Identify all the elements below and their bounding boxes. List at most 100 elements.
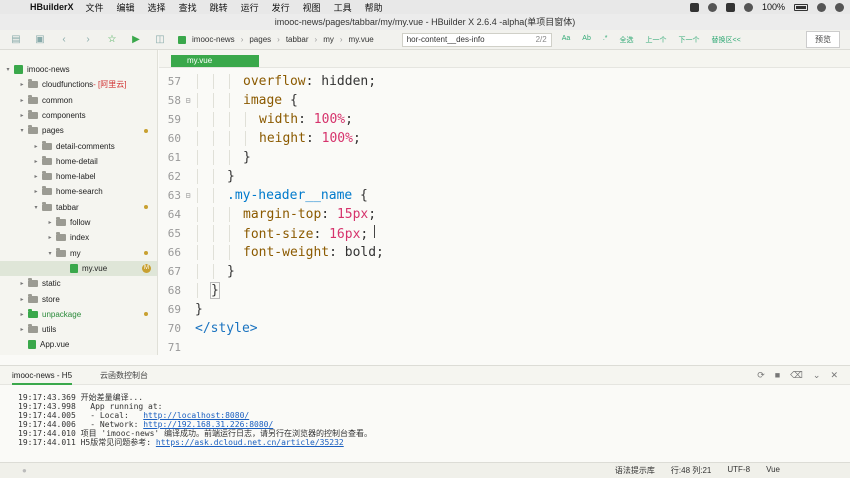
code-line[interactable]: 71 — [159, 338, 850, 356]
code-line[interactable]: 68} — [159, 281, 850, 300]
menu-item-6[interactable]: 发行 — [272, 1, 290, 14]
code-line[interactable]: 65 font-size: 16px; — [159, 224, 850, 243]
status-encoding[interactable]: UTF-8 — [727, 465, 750, 476]
chevron-right-icon[interactable]: ▸ — [46, 219, 54, 226]
back-icon[interactable]: ‹ — [56, 33, 72, 47]
menu-item-3[interactable]: 查找 — [179, 1, 197, 14]
tab-console-h5[interactable]: imooc-news - H5 — [12, 371, 73, 385]
chevron-right-icon[interactable]: ▸ — [18, 112, 26, 119]
chevron-right-icon[interactable]: ▸ — [18, 280, 26, 287]
tree-item[interactable]: ▸ cloudfunctions - [阿里云] — [0, 77, 157, 92]
tree-item[interactable]: ▸ components — [0, 108, 157, 123]
tree-item[interactable]: ▸ store — [0, 292, 157, 307]
breadcrumb-item[interactable]: imooc-news — [192, 35, 235, 44]
find-action-5[interactable]: 下一个 — [679, 35, 700, 45]
close-icon[interactable]: ✕ — [830, 370, 838, 381]
tray-wifi-icon[interactable] — [743, 2, 753, 12]
tray-app-icon[interactable] — [689, 2, 699, 12]
fold-icon[interactable]: ⊟ — [181, 96, 195, 105]
menu-item-8[interactable]: 工具 — [334, 1, 352, 14]
tree-item[interactable]: ▸ unpackage — [0, 307, 157, 322]
code-editor[interactable]: 57 overflow: hidden; 58 ⊟ image {59 width: 10… — [159, 68, 850, 356]
code-line[interactable]: 57 overflow: hidden; — [159, 72, 850, 91]
forward-icon[interactable]: › — [80, 33, 96, 47]
preview-button[interactable]: 预览 — [806, 31, 840, 48]
tree-item[interactable]: ▸ home-detail — [0, 154, 157, 169]
chevron-right-icon[interactable]: ▸ — [32, 143, 40, 150]
code-line[interactable]: 61} — [159, 148, 850, 167]
code-line[interactable]: 70 </style> — [159, 319, 850, 338]
find-action-4[interactable]: 上一个 — [646, 35, 667, 45]
bookmark-icon[interactable]: ☆ — [104, 33, 120, 47]
tree-item[interactable]: ▸ utils — [0, 322, 157, 337]
menu-item-7[interactable]: 视图 — [303, 1, 321, 14]
tab-my-vue[interactable]: my.vue — [171, 55, 259, 67]
tree-item[interactable]: ▾ my — [0, 246, 157, 261]
chevron-right-icon[interactable]: ▸ — [18, 97, 26, 104]
console-link[interactable]: http://localhost:8080/ — [143, 411, 249, 420]
menu-item-0[interactable]: 文件 — [86, 1, 104, 14]
tree-item[interactable]: ▸ static — [0, 276, 157, 291]
chevron-right-icon[interactable]: ▸ — [18, 326, 26, 333]
menubar-app-name[interactable]: HBuilderX — [30, 2, 74, 12]
tree-item[interactable]: ▾ imooc-news — [0, 62, 157, 77]
status-position[interactable]: 行:48 列:21 — [671, 465, 711, 476]
spotlight-icon[interactable] — [817, 2, 826, 12]
breadcrumb-item[interactable]: pages — [249, 35, 271, 44]
code-line[interactable]: 58 ⊟ image { — [159, 91, 850, 110]
chevron-right-icon[interactable]: ▸ — [32, 173, 40, 180]
breadcrumb-item[interactable]: my.vue — [349, 35, 374, 44]
save-icon[interactable]: ▣ — [32, 33, 48, 47]
find-action-3[interactable]: 全选 — [620, 35, 634, 45]
find-action-1[interactable]: Ab — [582, 35, 591, 45]
chevron-right-icon[interactable]: ▸ — [46, 234, 54, 241]
battery-icon[interactable] — [794, 3, 808, 11]
menu-item-2[interactable]: 选择 — [148, 1, 166, 14]
tree-item[interactable]: ▸ index — [0, 230, 157, 245]
find-action-0[interactable]: Aa — [562, 35, 571, 45]
chevron-right-icon[interactable]: ▸ — [18, 296, 26, 303]
code-line[interactable]: 66 font-weight: bold; — [159, 243, 850, 262]
tree-item[interactable]: ▸ detail-comments — [0, 139, 157, 154]
browser-icon[interactable]: ◫ — [152, 33, 168, 47]
code-line[interactable]: 63 ⊟ .my-header__name { — [159, 186, 850, 205]
menu-item-9[interactable]: 帮助 — [365, 1, 383, 14]
control-center-icon[interactable] — [835, 2, 844, 12]
breadcrumb-item[interactable]: tabbar — [286, 35, 309, 44]
console-link[interactable]: http://192.168.31.226:8080/ — [143, 420, 273, 429]
code-line[interactable]: 59 width: 100%; — [159, 110, 850, 129]
find-input[interactable]: hor-content__des-info 2/2 — [401, 32, 552, 47]
menu-item-5[interactable]: 运行 — [241, 1, 259, 14]
tray-status-icon[interactable] — [707, 2, 717, 12]
code-line[interactable]: 60 height: 100%; — [159, 129, 850, 148]
tree-item[interactable]: my.vue M — [0, 260, 157, 276]
find-action-2[interactable]: .* — [603, 35, 608, 45]
code-line[interactable]: 67} — [159, 262, 850, 281]
stop-icon[interactable]: ■ — [775, 370, 780, 381]
chevron-down-icon[interactable]: ▾ — [18, 127, 26, 134]
tab-cloud-console[interactable]: 云函数控制台 — [100, 370, 148, 381]
code-line[interactable]: 64 margin-top: 15px; — [159, 205, 850, 224]
breadcrumb-item[interactable]: my — [323, 35, 334, 44]
chevron-down-icon[interactable]: ⌄ — [813, 370, 821, 381]
status-hint[interactable]: 语法提示库 — [615, 465, 655, 476]
status-language[interactable]: Vue — [766, 465, 780, 476]
tree-item[interactable]: ▸ home-label — [0, 169, 157, 184]
code-line[interactable]: 69} — [159, 300, 850, 319]
chevron-down-icon[interactable]: ▾ — [46, 250, 54, 257]
menu-item-4[interactable]: 跳转 — [210, 1, 228, 14]
new-file-icon[interactable]: ▤ — [8, 33, 24, 47]
chevron-down-icon[interactable]: ▾ — [32, 204, 40, 211]
find-action-6[interactable]: 替换区<< — [712, 35, 741, 45]
chevron-right-icon[interactable]: ▸ — [18, 311, 26, 318]
tree-item[interactable]: ▾ pages — [0, 123, 157, 138]
chevron-down-icon[interactable]: ▾ — [4, 66, 12, 73]
tree-item[interactable]: ▸ common — [0, 93, 157, 108]
fold-icon[interactable]: ⊟ — [181, 191, 195, 200]
tree-item[interactable]: App.vue — [0, 337, 157, 352]
tree-item[interactable]: ▸ follow — [0, 215, 157, 230]
run-icon[interactable]: ▶ — [128, 33, 144, 47]
tree-item[interactable]: ▾ tabbar — [0, 200, 157, 215]
chevron-right-icon[interactable]: ▸ — [32, 188, 40, 195]
chevron-right-icon[interactable]: ▸ — [18, 81, 26, 88]
